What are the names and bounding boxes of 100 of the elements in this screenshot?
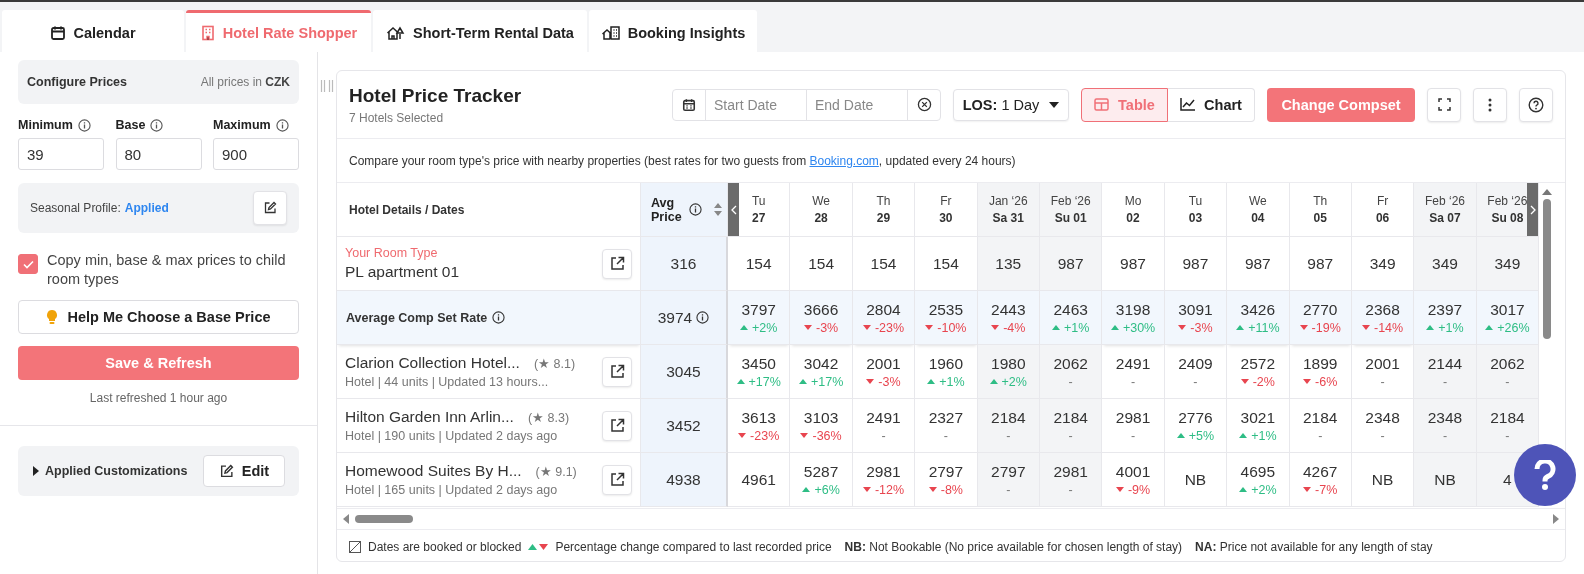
house-tree-icon <box>386 24 407 41</box>
help-button[interactable] <box>1519 87 1553 122</box>
change-text: -19% <box>1311 320 1341 335</box>
date-bottom: 03 <box>1188 211 1203 225</box>
change-text: - <box>1505 374 1510 389</box>
date-top: Tu <box>751 194 766 208</box>
info-icon[interactable] <box>492 311 506 324</box>
customizations-label[interactable]: Applied Customizations <box>45 464 188 478</box>
price-value: 987 <box>1057 254 1084 273</box>
price-value: 2797 <box>991 462 1026 481</box>
external-link-button[interactable] <box>602 464 632 495</box>
los-dropdown[interactable]: LOS: 1 Day <box>953 88 1069 121</box>
price-value: 154 <box>870 254 897 273</box>
scroll-right-button[interactable] <box>1527 183 1539 236</box>
external-link-button[interactable] <box>602 356 632 387</box>
change-text: -6% <box>1315 374 1338 389</box>
avg-price-value: 3452 <box>666 416 701 435</box>
hotel-name[interactable]: Homewood Suites By H... <box>345 462 522 480</box>
info-icon[interactable] <box>150 118 164 132</box>
price-value: 2770 <box>1302 300 1338 319</box>
scroll-right-icon[interactable] <box>1553 514 1559 524</box>
change-text: +1% <box>1063 320 1090 335</box>
date-bottom: 30 <box>939 211 953 225</box>
change-text: +11% <box>1248 320 1280 335</box>
edit-button[interactable] <box>253 191 287 225</box>
change-text: - <box>1193 374 1198 389</box>
change-text: - <box>1380 374 1385 389</box>
change-text: +17% <box>810 374 844 389</box>
date-bottom: 02 <box>1126 211 1140 225</box>
price-value: 2348 <box>1365 408 1400 427</box>
scroll-thumb[interactable] <box>1543 199 1551 339</box>
end-date-field[interactable]: End Date <box>806 89 907 120</box>
start-date-field[interactable]: Start Date <box>706 89 806 120</box>
tab[interactable]: Booking Insights <box>589 10 757 52</box>
field-label: Minimum <box>18 118 73 132</box>
price-value: 154 <box>808 254 834 273</box>
scroll-up-icon[interactable] <box>1542 189 1552 195</box>
scroll-left-icon[interactable] <box>343 514 349 524</box>
scroll-thumb[interactable] <box>355 515 413 523</box>
date-top: We <box>812 194 830 208</box>
price-value: 3103 <box>803 408 839 427</box>
price-input[interactable]: 39 <box>18 138 104 170</box>
hotel-rating: (★ 8.3) <box>527 410 570 425</box>
change-text: -14% <box>1374 320 1404 335</box>
price-value: 2144 <box>1427 354 1463 373</box>
calendar-icon[interactable] <box>682 97 696 112</box>
avg-price-header[interactable]: Avg Price <box>641 183 728 237</box>
external-link-icon <box>609 418 625 433</box>
resize-handle-icon[interactable] <box>320 80 334 92</box>
date-range-picker[interactable]: Start Date End Date <box>672 88 941 121</box>
price-value: 987 <box>1307 254 1334 273</box>
price-value: 2062 <box>1490 354 1525 373</box>
price-value: 1960 <box>928 354 964 373</box>
external-link-button[interactable] <box>602 248 632 279</box>
price-value: 2981 <box>866 462 901 481</box>
hotel-name[interactable]: Hilton Garden Inn Arlin... <box>345 408 514 426</box>
info-icon[interactable] <box>77 118 91 132</box>
clear-icon[interactable] <box>916 97 932 112</box>
avg-price-value: 3974 <box>657 308 693 327</box>
external-link-icon <box>609 472 625 487</box>
help-choose-button[interactable]: Help Me Choose a Base Price <box>18 300 299 334</box>
change-text: - <box>1130 428 1136 443</box>
tab[interactable]: Short-Term Rental Data <box>373 10 587 52</box>
help-icon <box>1528 96 1544 113</box>
change-text: -3% <box>815 320 839 335</box>
checkbox[interactable] <box>18 254 38 274</box>
checkmark-icon <box>22 259 34 269</box>
change-text: -36% <box>812 428 842 443</box>
price-value: 2001 <box>1365 354 1400 373</box>
booking-link[interactable]: Booking.com <box>809 153 879 168</box>
price-input[interactable]: 900 <box>213 138 299 170</box>
info-icon[interactable] <box>275 118 289 132</box>
caret-icon[interactable] <box>32 466 40 476</box>
change-text: -2% <box>1252 374 1275 389</box>
edit-button[interactable]: Edit <box>203 455 285 487</box>
price-value: 4267 <box>1302 462 1338 481</box>
info-icon[interactable] <box>696 311 710 324</box>
panel-title: Configure Prices <box>27 75 128 89</box>
external-link-button[interactable] <box>602 410 632 441</box>
price-value: 3797 <box>741 300 776 319</box>
hotel-name[interactable]: Clarion Collection Hotel... <box>345 354 520 372</box>
date-top: Th <box>1313 194 1328 208</box>
price-value: 2981 <box>1053 462 1088 481</box>
price-value: 2348 <box>1427 408 1463 427</box>
price-value: 2184 <box>1490 408 1525 427</box>
external-link-icon <box>609 256 625 271</box>
price-input[interactable]: 80 <box>115 138 202 170</box>
info-icon[interactable] <box>689 203 702 216</box>
price-value: 987 <box>1244 254 1271 273</box>
price-value: 2491 <box>1115 354 1151 373</box>
tab[interactable]: Calendar <box>2 10 184 52</box>
avg-price-value: 316 <box>670 254 697 273</box>
price-value: 3091 <box>1178 300 1213 319</box>
view-toggle[interactable]: Chart <box>1168 87 1255 122</box>
change-text: -8% <box>940 482 963 497</box>
change-text: -7% <box>1315 482 1338 497</box>
change-text: -23% <box>750 428 780 443</box>
price-value: 987 <box>1182 254 1209 273</box>
sort-icon[interactable] <box>714 203 722 216</box>
fullscreen-button[interactable] <box>1427 87 1461 122</box>
